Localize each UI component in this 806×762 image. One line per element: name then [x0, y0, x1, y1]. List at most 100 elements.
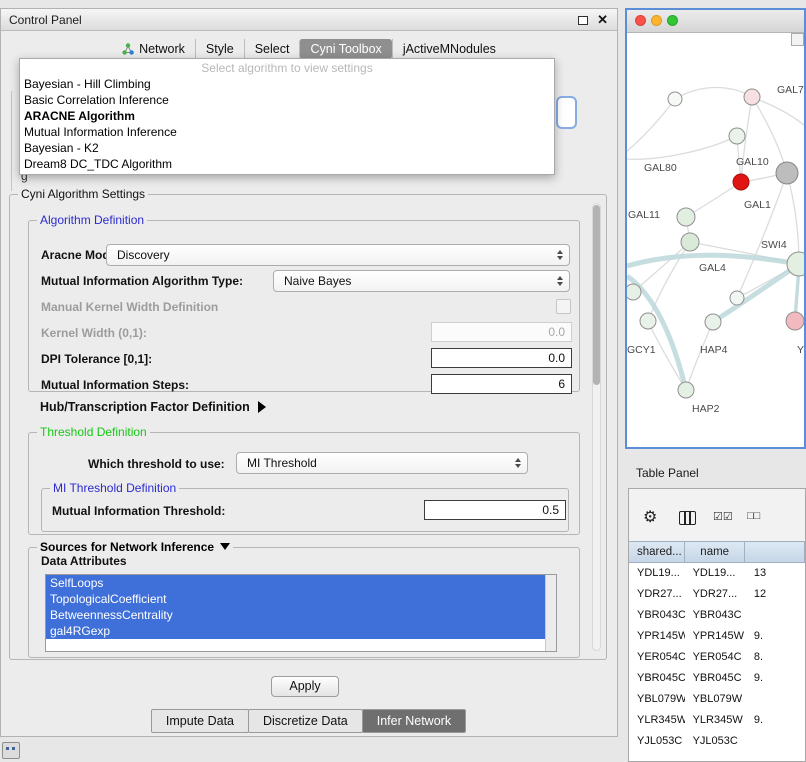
mode-tab-infer-network[interactable]: Infer Network	[362, 709, 466, 733]
mode-tab-discretize-data[interactable]: Discretize Data	[248, 709, 363, 733]
network-node[interactable]	[705, 314, 721, 330]
network-edge[interactable]	[686, 322, 713, 390]
gear-icon[interactable]: ⚙	[643, 507, 657, 527]
canvas-scrollbar-corner[interactable]	[791, 33, 804, 46]
threshold-definition-group: Threshold Definition Which threshold to …	[28, 432, 580, 535]
manual-kernel-label: Manual Kernel Width Definition	[41, 300, 218, 314]
zoom-button[interactable]	[667, 15, 678, 26]
network-node[interactable]	[786, 312, 804, 330]
network-node[interactable]	[729, 128, 745, 144]
data-attributes-list[interactable]: SelfLoopsTopologicalCoefficientBetweenne…	[45, 574, 557, 652]
network-edge[interactable]	[787, 173, 799, 264]
close-window-icon[interactable]: ✕	[597, 12, 608, 28]
mi-type-select[interactable]: Naive Bayes	[273, 270, 570, 292]
node-label-gcy1: GCY1	[627, 344, 656, 356]
apply-button[interactable]: Apply	[271, 676, 339, 697]
table-row[interactable]: YBR043CYBR043C	[629, 605, 805, 626]
network-edge[interactable]	[627, 136, 737, 159]
settings-scrollbar[interactable]	[592, 203, 601, 651]
network-node[interactable]	[681, 233, 699, 251]
table-row[interactable]: YDL19...YDL19...13	[629, 563, 805, 584]
network-edge[interactable]	[713, 264, 799, 322]
table-cell: YPR145W	[629, 626, 685, 647]
mi-threshold-field[interactable]: 0.5	[424, 500, 566, 520]
data-attribute-item-topologicalcoefficient[interactable]: TopologicalCoefficient	[46, 591, 545, 607]
network-node[interactable]	[744, 89, 760, 105]
table-cell: 9.	[746, 626, 805, 647]
table-cell: YDL19...	[685, 563, 746, 584]
minimize-button[interactable]	[651, 15, 662, 26]
settings-scrollbar-thumb[interactable]	[593, 205, 600, 385]
tab-cyni-toolbox[interactable]: Cyni Toolbox	[299, 39, 391, 59]
control-panel-tab-bar: NetworkStyle Select Cyni Toolbox jActiveMNo…	[1, 39, 617, 59]
network-node[interactable]	[730, 291, 744, 305]
algorithm-option-aracne-algorithm[interactable]: ARACNE Algorithm	[20, 108, 554, 124]
minimized-panel-icon[interactable]	[2, 742, 20, 759]
data-attribute-item-selfloops[interactable]: SelfLoops	[46, 575, 545, 591]
algorithm-option-bayesian-k2[interactable]: Bayesian - K2	[20, 140, 554, 156]
table-cell	[746, 689, 805, 710]
tab-jactivemnodules[interactable]: jActiveMNodules	[392, 39, 506, 59]
tab-network[interactable]: Network	[112, 39, 195, 59]
network-node[interactable]	[678, 382, 694, 398]
aracne-mode-select[interactable]: Discovery	[106, 244, 570, 266]
column-header-2[interactable]	[744, 541, 805, 563]
network-edge[interactable]	[675, 88, 752, 100]
data-attribute-item-gal4rgexp[interactable]: gal4RGexp	[46, 623, 545, 639]
close-button[interactable]	[635, 15, 646, 26]
network-edge[interactable]	[633, 242, 690, 292]
list-scrollbar[interactable]	[545, 575, 556, 651]
table-panel-title: Table Panel	[636, 466, 699, 480]
algorithm-option-mutual-information-inference[interactable]: Mutual Information Inference	[20, 124, 554, 140]
table-row[interactable]: YPR145WYPR145W9.	[629, 626, 805, 647]
select-all-checks-icon[interactable]: ☑☑	[713, 510, 733, 523]
float-window-icon[interactable]	[578, 16, 588, 25]
tab-label: jActiveMNodules	[403, 42, 496, 56]
data-attribute-item-betweennesscentrality[interactable]: BetweennessCentrality	[46, 607, 545, 623]
network-edge[interactable]	[686, 182, 741, 217]
mi-steps-field[interactable]: 6	[431, 374, 572, 394]
columns-icon[interactable]	[679, 511, 696, 525]
mi-threshold-definition-group: MI Threshold Definition Mutual Informati…	[41, 488, 569, 532]
algorithm-placeholder: Select algorithm to view settings	[20, 61, 554, 76]
window-title: Control Panel	[9, 13, 82, 27]
deselect-all-checks-icon[interactable]: □□	[747, 510, 760, 522]
algorithm-option-basic-correlation-inference[interactable]: Basic Correlation Inference	[20, 92, 554, 108]
network-graph: GAL7GAL80GAL10GAL11GAL1SWI4GAL4GCY1HAP4Y…	[627, 33, 804, 448]
algorithm-option-bayesian-hill-climbing[interactable]: Bayesian - Hill Climbing	[20, 76, 554, 92]
network-node[interactable]	[776, 162, 798, 184]
table-row[interactable]: YLR345WYLR345W9.	[629, 710, 805, 731]
network-node[interactable]	[627, 284, 641, 300]
hub-definition-label: Hub/Transcription Factor Definition	[40, 400, 250, 414]
tab-label: Select	[255, 42, 290, 56]
table-header-row: shared...name	[629, 541, 805, 563]
table-row[interactable]: YER054CYER054C8.	[629, 647, 805, 668]
column-header-1[interactable]: name	[684, 541, 745, 563]
dpi-tolerance-field[interactable]: 0.0	[431, 348, 572, 368]
tab-select[interactable]: Select	[244, 39, 300, 59]
table-row[interactable]: YBL079WYBL079W	[629, 689, 805, 710]
network-node[interactable]	[668, 92, 682, 106]
network-node[interactable]	[640, 313, 656, 329]
table-cell	[746, 731, 805, 752]
column-header-0[interactable]: shared...	[628, 541, 685, 563]
algorithm-option-dream8-dc-tdc-algorithm[interactable]: Dream8 DC_TDC Algorithm	[20, 156, 554, 172]
sources-toggle[interactable]: Sources for Network Inference	[37, 540, 233, 554]
table-cell: 12	[746, 584, 805, 605]
network-canvas[interactable]: GAL7GAL80GAL10GAL11GAL1SWI4GAL4GCY1HAP4Y…	[627, 33, 804, 448]
table-row[interactable]: YJL053CYJL053C	[629, 731, 805, 752]
table-row[interactable]: YBR045CYBR045C9.	[629, 668, 805, 689]
network-edge[interactable]	[627, 99, 675, 151]
occluded-spinner-fragment[interactable]	[556, 96, 577, 129]
hub-definition-toggle[interactable]: Hub/Transcription Factor Definition	[40, 400, 266, 414]
node-label-y: Y	[797, 344, 804, 356]
tab-style[interactable]: Style	[195, 39, 244, 59]
control-panel-titlebar[interactable]: Control Panel ✕	[1, 9, 617, 31]
which-threshold-select[interactable]: MI Threshold	[236, 452, 528, 474]
network-node[interactable]	[677, 208, 695, 226]
mode-tab-impute-data[interactable]: Impute Data	[151, 709, 249, 733]
cyni-mode-tab-bar: Impute DataDiscretize DataInfer Network	[1, 709, 617, 733]
network-window-titlebar[interactable]	[627, 10, 804, 33]
table-row[interactable]: YDR27...YDR27...12	[629, 584, 805, 605]
network-node[interactable]	[733, 174, 749, 190]
